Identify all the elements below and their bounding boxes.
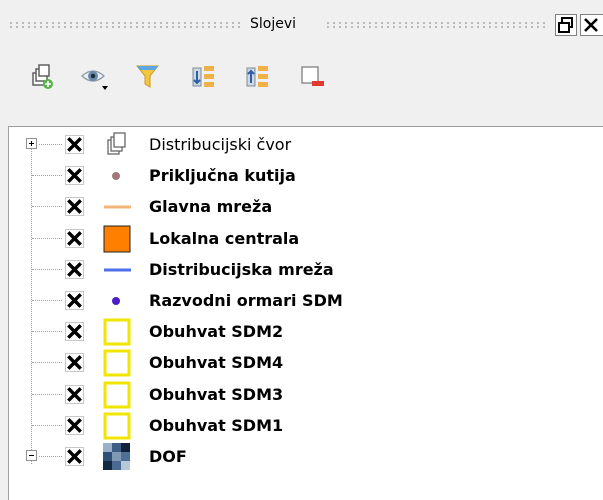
layer-visibility-checkbox[interactable] bbox=[65, 259, 84, 279]
tree-branch-line bbox=[32, 175, 62, 177]
collapse-all-button[interactable] bbox=[244, 62, 274, 92]
fill-symbol-icon bbox=[103, 225, 131, 253]
check-x-icon bbox=[67, 230, 82, 246]
collapse-icon[interactable] bbox=[26, 450, 37, 461]
collapse-all-icon bbox=[246, 66, 268, 87]
layer-label: Glavna mreža bbox=[149, 197, 273, 217]
layer-row[interactable]: Distribucijski čvor bbox=[9, 129, 594, 160]
layer-row[interactable]: Lokalna centrala bbox=[9, 223, 594, 254]
check-x-icon bbox=[67, 261, 82, 277]
layer-visibility-checkbox[interactable] bbox=[65, 228, 84, 248]
layer-tree[interactable]: Distribucijski čvor Priključna kutija Glav… bbox=[8, 126, 603, 500]
layer-label: DOF bbox=[149, 447, 187, 466]
line-symbol-icon bbox=[103, 193, 131, 221]
layer-visibility-checkbox[interactable] bbox=[65, 384, 84, 404]
tree-branch-line bbox=[39, 456, 62, 457]
layer-label: Razvodni ormari SDM bbox=[149, 291, 343, 310]
title-grip-left bbox=[8, 21, 240, 28]
layer-label: Lokalna centrala bbox=[149, 228, 300, 248]
check-x-icon bbox=[67, 199, 82, 215]
check-x-icon bbox=[67, 168, 82, 184]
check-x-icon bbox=[67, 293, 82, 308]
layer-visibility-checkbox[interactable] bbox=[65, 197, 84, 217]
line-symbol-icon bbox=[103, 256, 131, 284]
filter-legend-icon bbox=[135, 65, 160, 88]
layer-label: Obuhvat SDM1 bbox=[149, 415, 284, 435]
remove-layer-button[interactable] bbox=[298, 62, 328, 92]
layer-label: Distribucijski čvor bbox=[149, 135, 292, 154]
point-symbol-icon bbox=[103, 162, 131, 190]
tree-branch-line bbox=[32, 362, 62, 364]
expand-icon[interactable] bbox=[26, 138, 37, 149]
layer-row[interactable]: Distribucijska mreža bbox=[9, 254, 594, 285]
layer-label: Priključna kutija bbox=[149, 166, 296, 186]
outline-symbol-icon bbox=[103, 381, 131, 409]
layer-visibility-checkbox[interactable] bbox=[65, 135, 84, 154]
panel-title-bar[interactable]: Slojevi bbox=[0, 0, 603, 50]
tree-branch-line bbox=[32, 331, 62, 333]
layer-row[interactable]: Priključna kutija bbox=[9, 160, 594, 191]
tree-branch-line bbox=[32, 206, 62, 208]
layer-row[interactable]: Obuhvat SDM4 bbox=[9, 347, 594, 378]
remove-layer-icon bbox=[301, 66, 324, 86]
tree-branch-line bbox=[32, 424, 62, 426]
layer-row[interactable]: Obuhvat SDM2 bbox=[9, 316, 594, 347]
float-button[interactable] bbox=[555, 14, 577, 36]
layer-row[interactable]: Razvodni ormari SDM bbox=[9, 285, 594, 316]
float-icon bbox=[558, 17, 573, 33]
check-x-icon bbox=[67, 355, 82, 371]
raster-layer-icon bbox=[103, 443, 131, 471]
outline-symbol-icon bbox=[103, 349, 131, 377]
layer-label: Distribucijska mreža bbox=[149, 259, 334, 279]
layer-visibility-checkbox[interactable] bbox=[65, 166, 84, 186]
eye-visibility-icon bbox=[81, 70, 108, 90]
layer-label: Obuhvat SDM2 bbox=[149, 322, 284, 342]
layer-visibility-checkbox[interactable] bbox=[65, 291, 84, 310]
panel-title: Slojevi bbox=[250, 16, 297, 32]
layer-row[interactable]: DOF bbox=[9, 441, 594, 472]
visibility-button[interactable] bbox=[80, 62, 110, 92]
layer-row[interactable]: Obuhvat SDM1 bbox=[9, 410, 594, 441]
title-grip-right bbox=[325, 21, 547, 28]
layer-visibility-checkbox[interactable] bbox=[65, 353, 84, 373]
close-button[interactable] bbox=[580, 14, 603, 36]
tree-branch-line bbox=[32, 268, 62, 270]
layer-visibility-checkbox[interactable] bbox=[65, 322, 84, 342]
tree-branch-line bbox=[32, 393, 62, 395]
check-x-icon bbox=[67, 417, 82, 433]
tree-branch-line bbox=[39, 144, 62, 145]
layer-label: Obuhvat SDM3 bbox=[149, 384, 284, 404]
expand-all-button[interactable] bbox=[190, 62, 220, 92]
layer-label: Obuhvat SDM4 bbox=[149, 353, 284, 373]
layer-visibility-checkbox[interactable] bbox=[65, 447, 84, 466]
expand-all-icon bbox=[192, 66, 214, 87]
layer-visibility-checkbox[interactable] bbox=[65, 415, 84, 435]
check-x-icon bbox=[67, 324, 82, 340]
tree-branch-line bbox=[32, 237, 62, 239]
check-x-icon bbox=[67, 137, 82, 152]
close-icon bbox=[584, 18, 598, 32]
group-icon bbox=[103, 131, 131, 159]
check-x-icon bbox=[67, 386, 82, 402]
layer-row[interactable]: Glavna mreža bbox=[9, 191, 594, 222]
outline-symbol-icon bbox=[103, 318, 131, 346]
outline-symbol-icon bbox=[103, 412, 131, 440]
filter-legend-button[interactable] bbox=[133, 62, 163, 92]
point-symbol-icon bbox=[103, 287, 131, 315]
add-group-icon bbox=[32, 64, 53, 89]
add-group-button[interactable] bbox=[27, 62, 57, 92]
layer-row[interactable]: Obuhvat SDM3 bbox=[9, 379, 594, 410]
check-x-icon bbox=[67, 449, 82, 464]
layers-toolbar bbox=[0, 50, 603, 120]
tree-branch-line bbox=[32, 300, 62, 301]
